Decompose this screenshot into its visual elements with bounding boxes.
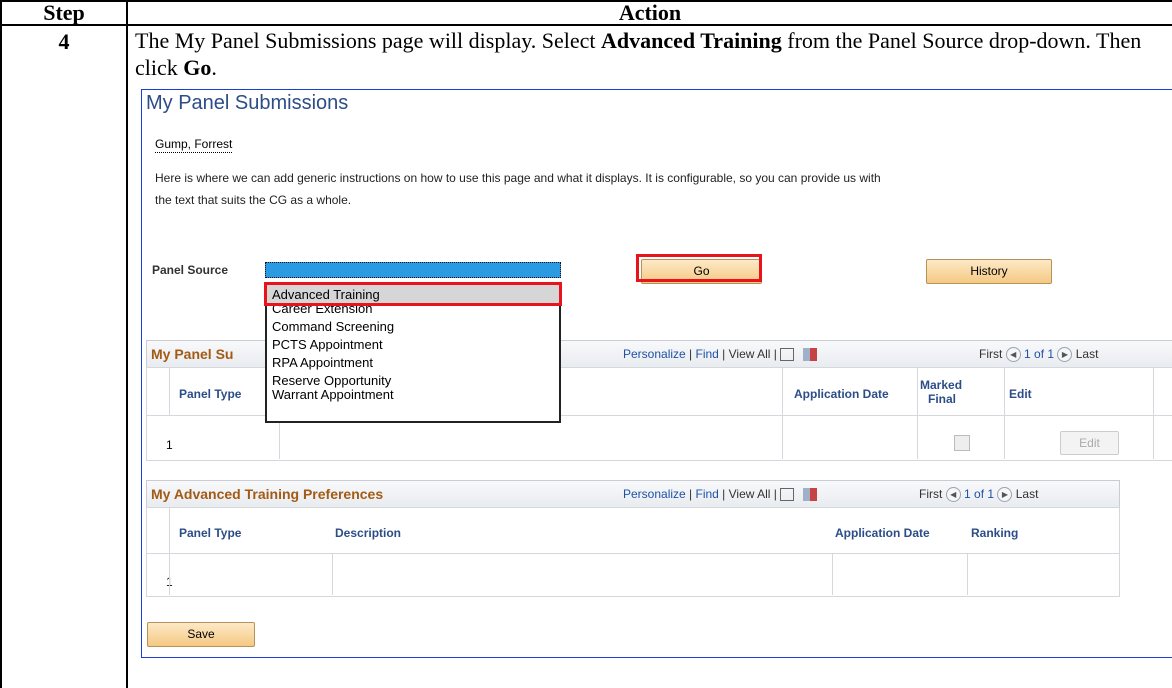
grid1-col-marked-final-line2[interactable]: Final — [928, 392, 956, 406]
grid1-zoom-icon[interactable] — [780, 348, 795, 362]
grid1-divider — [1153, 415, 1154, 459]
grid1-find-link[interactable]: Find — [696, 347, 719, 361]
grid2-divider — [169, 553, 170, 595]
step-column-header: Step — [43, 0, 85, 25]
grid1-pagination: First ◀ 1 of 1 ▶ Last — [979, 347, 1099, 363]
grid2-col-ranking[interactable]: Ranking — [971, 526, 1018, 540]
grid1-next-icon[interactable]: ▶ — [1057, 347, 1073, 363]
grid2-download-icon[interactable] — [803, 488, 818, 502]
advanced-training-highlight — [264, 282, 562, 306]
grid2-first-link[interactable]: First — [919, 487, 942, 501]
grid2-zoom-icon[interactable] — [780, 488, 795, 502]
grid2-divider — [332, 553, 333, 595]
grid2-col-application-date[interactable]: Application Date — [835, 526, 930, 540]
grid1-count: 1 of 1 — [1024, 347, 1055, 361]
option-reserve-opportunity[interactable]: Reserve Opportunity — [272, 373, 391, 388]
grid2-divider — [967, 553, 968, 595]
grid1-col-panel-type[interactable]: Panel Type — [179, 387, 241, 401]
grid2-pagination: First ◀ 1 of 1 ▶ Last — [919, 487, 1039, 503]
grid1-prev-icon[interactable]: ◀ — [1005, 347, 1021, 363]
grid2-toolbar: Personalize | Find | View All | — [623, 487, 818, 502]
grid1-col-marked-final-line1[interactable]: Marked — [920, 378, 962, 392]
grid1-col-edit: Edit — [1009, 387, 1032, 401]
page-title: My Panel Submissions — [146, 92, 349, 114]
grid1-col-application-date[interactable]: Application Date — [794, 387, 889, 401]
page-instructions: Here is where we can add generic instruc… — [155, 171, 881, 207]
grid2-count: 1 of 1 — [964, 487, 995, 501]
grid1-divider — [169, 367, 170, 415]
edit-button[interactable]: Edit — [1060, 431, 1119, 455]
action-column-header: Action — [618, 0, 682, 25]
option-command-screening[interactable]: Command Screening — [272, 319, 394, 334]
instruction-table: Step Action 4 The My Panel Submissions p… — [0, 0, 1172, 688]
panel-submissions-grid-title: My Panel Su — [151, 346, 234, 362]
step-instruction: The My Panel Submissions page will displ… — [135, 28, 1142, 80]
option-pcts-appointment[interactable]: PCTS Appointment — [272, 337, 383, 352]
grid1-toolbar: Personalize | Find | View All | — [623, 347, 818, 362]
grid1-last-link[interactable]: Last — [1076, 347, 1099, 361]
table-column-divider — [126, 0, 128, 688]
grid1-first-link[interactable]: First — [979, 347, 1002, 361]
grid1-divider — [917, 415, 918, 459]
history-button[interactable]: History — [926, 259, 1052, 284]
go-button-highlight — [636, 254, 762, 282]
grid1-divider — [782, 367, 783, 415]
grid1-divider — [782, 415, 783, 459]
grid2-col-description[interactable]: Description — [335, 526, 401, 540]
advanced-training-grid-title: My Advanced Training Preferences — [151, 486, 384, 502]
marked-final-checkbox[interactable] — [954, 435, 970, 451]
grid2-prev-icon[interactable]: ◀ — [945, 487, 961, 503]
grid2-col-panel-type[interactable]: Panel Type — [179, 526, 241, 540]
panel-source-dropdown[interactable] — [265, 262, 561, 278]
option-warrant-appointment[interactable]: Warrant Appointment — [272, 387, 394, 402]
option-rpa-appointment[interactable]: RPA Appointment — [272, 355, 373, 370]
user-name: Gump, Forrest — [155, 137, 233, 153]
save-button[interactable]: Save — [147, 622, 255, 647]
grid2-next-icon[interactable]: ▶ — [997, 487, 1013, 503]
grid1-personalize-link[interactable]: Personalize — [623, 347, 686, 361]
table-border-left — [0, 0, 2, 688]
panel-submissions-screenshot: My Panel Submissions Gump, Forrest Here … — [141, 89, 1172, 658]
grid2-find-link[interactable]: Find — [696, 487, 719, 501]
step-number: 4 — [58, 29, 70, 54]
table-row — [146, 553, 1120, 597]
grid1-divider — [1153, 367, 1154, 415]
grid2-divider — [832, 553, 833, 595]
grid1-divider — [1004, 367, 1005, 415]
grid1-divider — [1004, 415, 1005, 459]
grid2-last-link[interactable]: Last — [1016, 487, 1039, 501]
grid1-download-icon[interactable] — [803, 348, 818, 362]
grid1-row-number: 1 — [166, 438, 173, 452]
grid1-divider — [917, 367, 918, 415]
panel-source-label: Panel Source — [152, 263, 229, 277]
grid2-personalize-link[interactable]: Personalize — [623, 487, 686, 501]
grid2-divider — [169, 507, 170, 553]
